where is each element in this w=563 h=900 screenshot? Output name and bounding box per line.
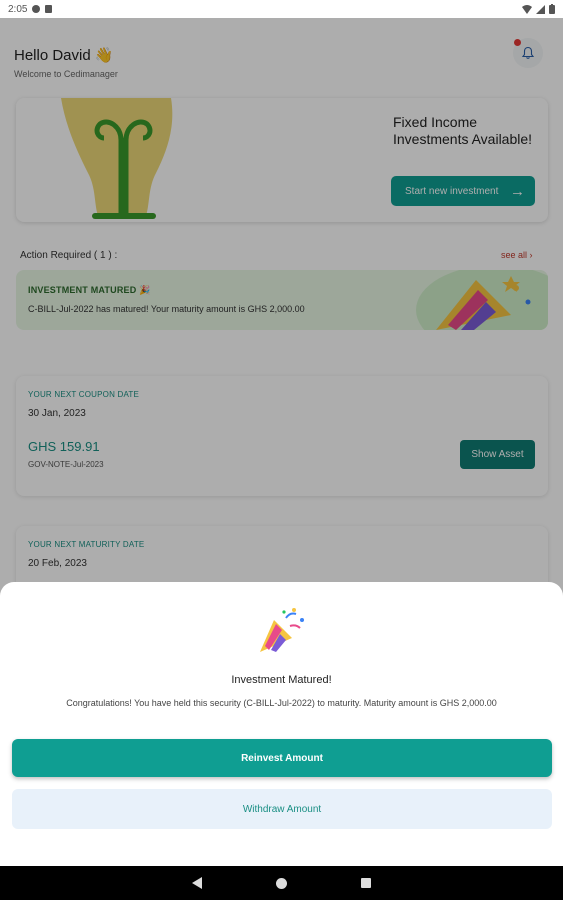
status-bar: 2:05 [0,0,563,18]
wifi-icon [522,4,532,14]
app-notification-icon [32,5,41,13]
withdraw-button[interactable]: Withdraw Amount [12,789,552,829]
status-right [522,4,555,14]
sheet-message: Congratulations! You have held this secu… [66,698,497,708]
signal-icon [536,4,545,14]
system-nav-bar [0,866,563,900]
sim-icon [45,5,53,13]
back-icon[interactable] [192,877,202,889]
status-time: 2:05 [8,3,28,15]
investment-matured-sheet: Investment Matured! Congratulations! You… [0,582,563,866]
battery-icon [549,4,555,14]
reinvest-button[interactable]: Reinvest Amount [12,739,552,777]
sheet-title: Investment Matured! [231,674,332,686]
recents-icon[interactable] [361,878,371,888]
home-icon[interactable] [276,877,287,889]
status-left: 2:05 [8,3,53,15]
party-popper-icon [260,608,304,652]
